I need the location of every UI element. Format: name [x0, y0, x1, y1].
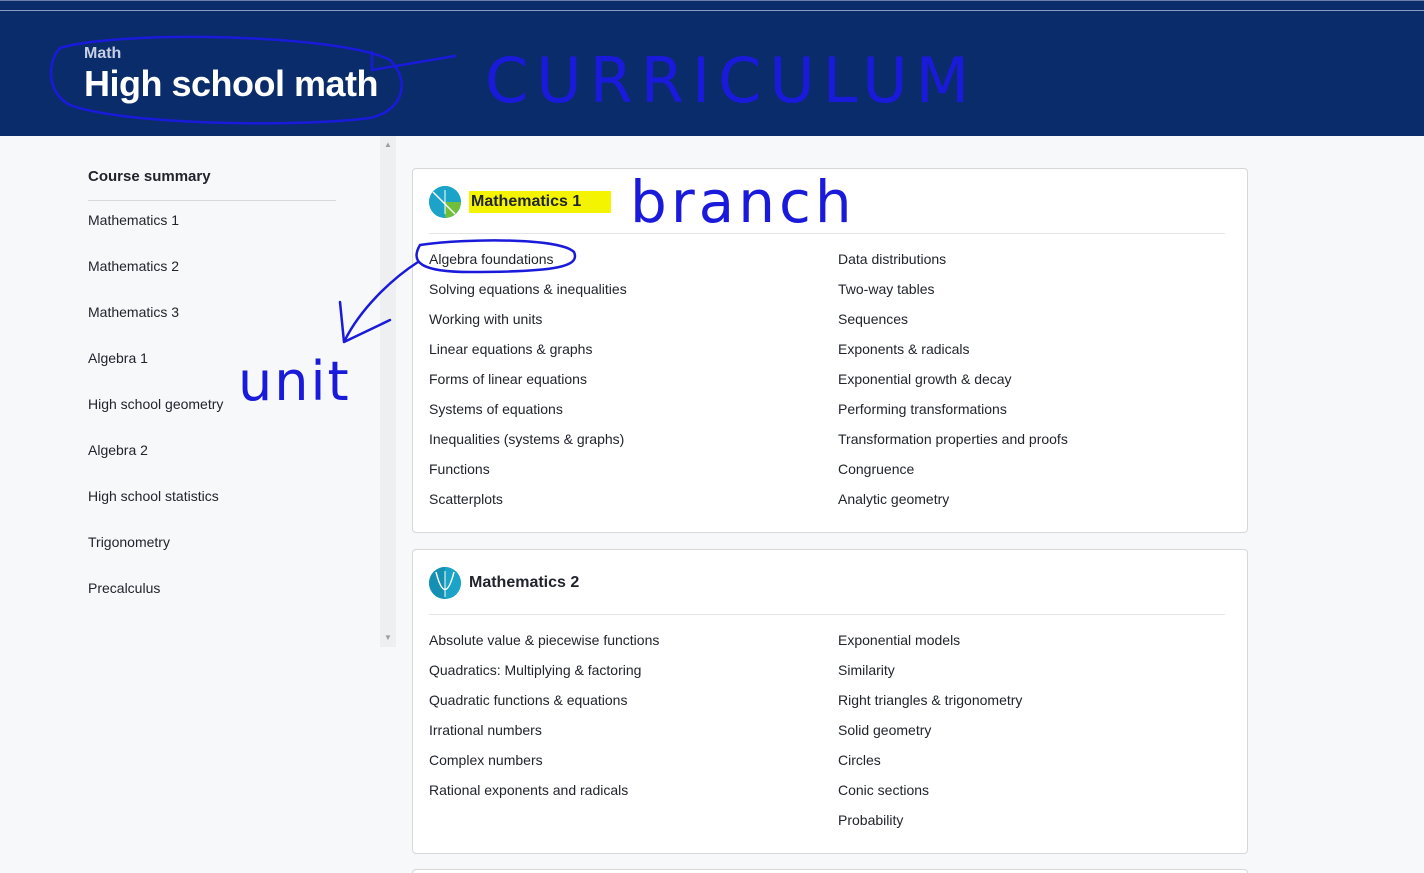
sidebar-item-algebra-2[interactable]: Algebra 2: [88, 442, 148, 458]
course-card-next: [412, 869, 1248, 873]
unit-link[interactable]: Right triangles & trigonometry: [838, 692, 1022, 708]
course-title[interactable]: Mathematics 2: [469, 574, 579, 592]
sidebar-heading: Course summary: [88, 168, 211, 185]
course-card-mathematics-1: Mathematics 1 Algebra foundations Solvin…: [412, 168, 1248, 533]
sidebar-scrollbar[interactable]: ▲ ▼: [380, 136, 396, 647]
unit-link[interactable]: Probability: [838, 812, 903, 828]
unit-link[interactable]: Rational exponents and radicals: [429, 782, 628, 798]
unit-link[interactable]: Absolute value & piecewise functions: [429, 632, 659, 648]
sidebar-item-trigonometry[interactable]: Trigonometry: [88, 534, 170, 550]
unit-link[interactable]: Exponential growth & decay: [838, 371, 1012, 387]
sidebar-item-mathematics-1[interactable]: Mathematics 1: [88, 212, 179, 228]
unit-link[interactable]: Exponents & radicals: [838, 341, 970, 357]
unit-link[interactable]: Performing transformations: [838, 401, 1007, 417]
sidebar-item-precalculus[interactable]: Precalculus: [88, 580, 160, 596]
unit-link[interactable]: Algebra foundations: [429, 251, 554, 267]
unit-note: unit: [238, 350, 351, 413]
unit-link[interactable]: Conic sections: [838, 782, 929, 798]
course-title[interactable]: Mathematics 1: [469, 191, 612, 213]
unit-link[interactable]: Inequalities (systems & graphs): [429, 431, 624, 447]
unit-link[interactable]: Working with units: [429, 311, 542, 327]
unit-link[interactable]: Data distributions: [838, 251, 946, 267]
unit-link[interactable]: Similarity: [838, 662, 895, 678]
unit-link[interactable]: Transformation properties and proofs: [838, 431, 1068, 447]
header-divider: [0, 10, 1424, 11]
course-card-header[interactable]: Mathematics 1: [429, 185, 612, 219]
unit-link[interactable]: Complex numbers: [429, 752, 543, 768]
unit-link[interactable]: Linear equations & graphs: [429, 341, 592, 357]
unit-link[interactable]: Quadratic functions & equations: [429, 692, 627, 708]
sidebar-item-high-school-statistics[interactable]: High school statistics: [88, 488, 219, 504]
unit-link[interactable]: Scatterplots: [429, 491, 503, 507]
math2-course-icon: [429, 567, 461, 599]
unit-link[interactable]: Functions: [429, 461, 490, 477]
unit-link[interactable]: Circles: [838, 752, 881, 768]
unit-link[interactable]: Solving equations & inequalities: [429, 281, 627, 297]
unit-link[interactable]: Exponential models: [838, 632, 960, 648]
unit-link[interactable]: Analytic geometry: [838, 491, 949, 507]
card-divider: [429, 614, 1225, 615]
course-card-mathematics-2: Mathematics 2 Absolute value & piecewise…: [412, 549, 1248, 854]
sidebar-item-high-school-geometry[interactable]: High school geometry: [88, 396, 223, 412]
unit-link[interactable]: Irrational numbers: [429, 722, 542, 738]
sidebar-divider: [88, 200, 336, 201]
card-divider: [429, 233, 1225, 234]
sidebar-item-algebra-1[interactable]: Algebra 1: [88, 350, 148, 366]
unit-link[interactable]: Solid geometry: [838, 722, 931, 738]
scroll-up-arrow-icon[interactable]: ▲: [380, 138, 396, 152]
scroll-down-arrow-icon[interactable]: ▼: [380, 631, 396, 645]
unit-link[interactable]: Sequences: [838, 311, 908, 327]
breadcrumb[interactable]: Math: [84, 45, 121, 63]
sidebar-item-mathematics-2[interactable]: Mathematics 2: [88, 258, 179, 274]
unit-link[interactable]: Forms of linear equations: [429, 371, 587, 387]
unit-link[interactable]: Systems of equations: [429, 401, 563, 417]
course-card-header[interactable]: Mathematics 2: [429, 566, 579, 600]
sidebar-item-mathematics-3[interactable]: Mathematics 3: [88, 304, 179, 320]
math1-course-icon: [429, 186, 461, 218]
unit-link[interactable]: Two-way tables: [838, 281, 934, 297]
page-title: High school math: [84, 63, 379, 104]
page-header: Math High school math: [0, 0, 1424, 136]
unit-link[interactable]: Quadratics: Multiplying & factoring: [429, 662, 641, 678]
unit-link[interactable]: Congruence: [838, 461, 914, 477]
